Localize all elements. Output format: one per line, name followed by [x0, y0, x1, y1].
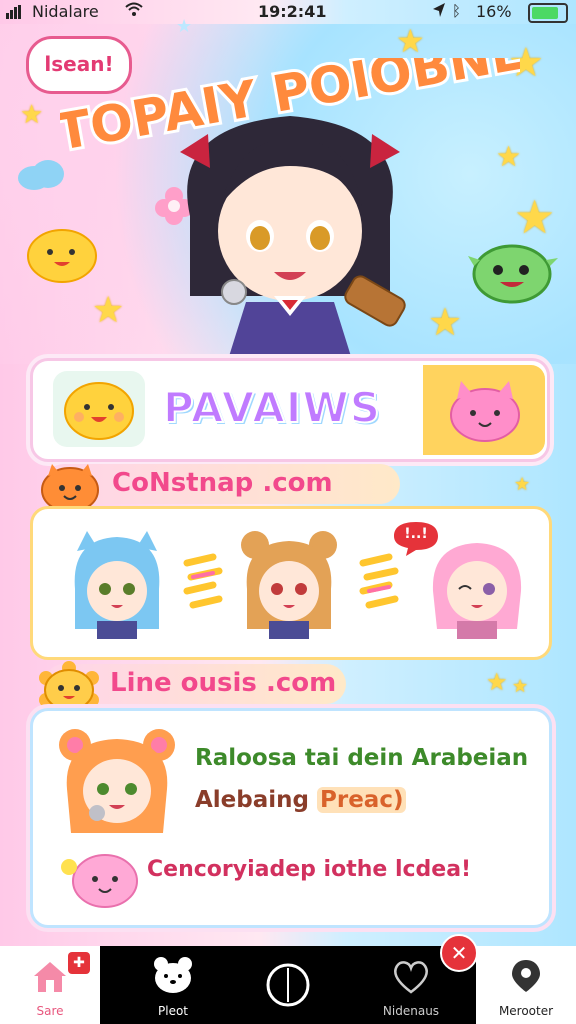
battery-percent: 16% — [476, 2, 512, 21]
star-icon: ★ — [176, 16, 193, 37]
carrier-label: Nidalare — [32, 2, 99, 21]
tab-label-home: Sare — [36, 1004, 64, 1018]
message-line-two-prefix: Alebaing — [195, 787, 317, 813]
signal-icon — [6, 4, 22, 23]
heart-icon — [394, 961, 428, 994]
yellow-blob-icon — [26, 226, 98, 288]
tab-label-nidenaus: Nidenaus — [382, 1004, 440, 1018]
bluetooth-icon: ᛒ — [452, 2, 462, 20]
pink-cat-tile[interactable] — [423, 365, 545, 455]
star-icon: ★ — [396, 22, 425, 60]
close-icon[interactable]: ✕ — [440, 934, 478, 972]
status-bar: Nidalare 19:2:41 ᛒ 16% — [0, 0, 576, 24]
home-icon — [34, 962, 66, 992]
star-icon: ★ — [92, 290, 125, 331]
pink-hair-avatar[interactable] — [427, 529, 527, 639]
swirl-icon — [359, 553, 399, 609]
tab-pleot[interactable]: Pleot — [118, 946, 228, 1024]
message-line-two: Alebaing Preac) — [195, 787, 407, 813]
message-line-three: Cencoryiadep iothe lcdea! — [147, 857, 472, 882]
tab-label-pleot: Pleot — [158, 1004, 188, 1018]
status-time: 19:2:41 — [258, 2, 327, 21]
tab-center[interactable] — [246, 946, 330, 1024]
message-highlight[interactable]: Preac) — [317, 787, 407, 813]
wifi-icon — [124, 1, 144, 21]
tab-label-merooter: Merooter — [498, 1004, 554, 1018]
section-title-two: Line ousis .com — [110, 668, 337, 698]
swirl-icon — [183, 553, 223, 609]
circle-icon — [266, 963, 310, 1007]
message-panel: Raloosa tai dein Arabeian Alebaing Preac… — [30, 708, 552, 928]
bear-icon — [154, 957, 192, 993]
orange-hair-avatar[interactable] — [57, 725, 177, 841]
battery-icon — [528, 3, 568, 23]
location-icon — [432, 2, 446, 22]
green-creature-icon — [466, 236, 560, 312]
yellow-blob-icon — [64, 382, 134, 440]
star-icon: ★ — [512, 676, 529, 697]
yellow-blob-tile — [53, 371, 145, 447]
star-icon: ★ — [20, 100, 44, 130]
tab-merooter[interactable]: Merooter — [476, 946, 576, 1024]
red-speech-bubble: !..! — [392, 520, 440, 558]
character-panel — [30, 506, 552, 660]
pink-blob-icon — [61, 854, 138, 908]
feature-label: PAVAIWS — [162, 382, 381, 433]
character-illustration — [180, 116, 406, 366]
bear-hair-avatar[interactable] — [239, 529, 339, 639]
pin-icon — [512, 960, 540, 992]
notification-badge: ✚ — [68, 952, 90, 974]
tab-bar: ✚ Sare Pleot Nidenaus Merooter — [0, 946, 576, 1024]
feature-panel[interactable]: PAVAIWS — [30, 358, 550, 462]
pink-cat-icon — [450, 381, 520, 442]
tab-home[interactable]: ✚ Sare — [0, 946, 100, 1024]
blue-hair-avatar[interactable] — [67, 529, 167, 639]
red-bubble-text: !..! — [404, 526, 428, 542]
star-icon: ★ — [486, 668, 508, 696]
section-title-one: CoNstnap .com — [112, 468, 333, 498]
star-icon: ★ — [514, 474, 531, 495]
message-line-one: Raloosa tai dein Arabeian — [195, 745, 529, 771]
star-icon: ★ — [428, 300, 463, 344]
